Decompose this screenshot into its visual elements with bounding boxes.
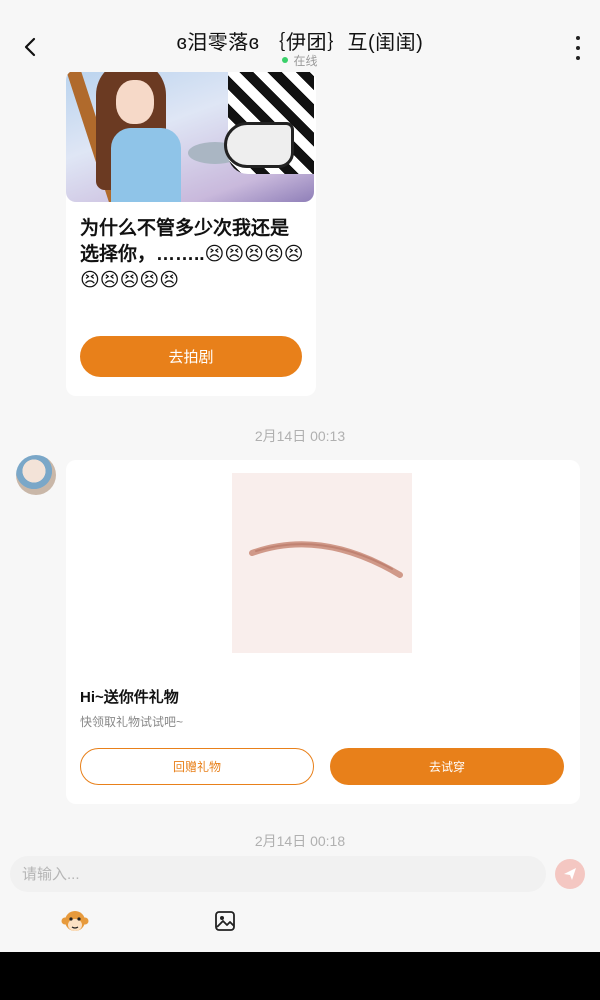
message-timestamp: 2月14日 00:18: [254, 833, 346, 849]
drama-message-card[interactable]: 为什么不管多少次我还是选择你，……..😣😣😣😣😣😣😣😣😣😣 去拍剧: [66, 72, 316, 396]
gift-title: Hi~送你件礼物: [80, 689, 179, 706]
message-list[interactable]: 为什么不管多少次我还是选择你，……..😣😣😣😣😣😣😣😣😣😣 去拍剧 2月14日 …: [0, 72, 600, 850]
system-nav-bar: [0, 952, 600, 1000]
image-icon[interactable]: [214, 910, 236, 932]
message-timestamp: 2月14日 00:13: [254, 428, 346, 444]
input-toolbar: [0, 900, 600, 952]
try-on-button[interactable]: 去试穿: [330, 748, 564, 785]
online-dot-icon: [282, 56, 289, 63]
gift-image[interactable]: [232, 473, 412, 653]
eyebrow-gift-image: [249, 541, 403, 578]
avatar[interactable]: [16, 455, 56, 495]
more-vertical-icon: [576, 36, 580, 40]
monkey-emoji-icon[interactable]: [60, 908, 90, 936]
online-status-label: 在线: [293, 54, 318, 68]
send-button[interactable]: [555, 859, 585, 889]
message-input[interactable]: [10, 856, 546, 892]
more-options-button[interactable]: [570, 36, 586, 60]
chat-title: ɞ泪零落ɞ ｛伊团｝互(闺闺): [176, 32, 424, 54]
online-status: 在线: [0, 52, 600, 69]
message-input-bar: [0, 850, 600, 900]
gift-subtitle: 快领取礼物试试吧~: [80, 715, 184, 729]
chat-header: ɞ泪零落ɞ ｛伊团｝互(闺闺) 在线: [0, 0, 600, 72]
return-gift-button[interactable]: 回赠礼物: [80, 748, 314, 785]
gift-message-card[interactable]: Hi~送你件礼物 快领取礼物试试吧~ 回赠礼物 去试穿: [66, 460, 580, 804]
drama-message-text: 为什么不管多少次我还是选择你，……..😣😣😣😣😣😣😣😣😣😣: [80, 218, 304, 291]
go-shoot-drama-button[interactable]: 去拍剧: [80, 336, 302, 377]
send-icon: [564, 868, 576, 880]
drama-cover-image[interactable]: [66, 72, 314, 202]
